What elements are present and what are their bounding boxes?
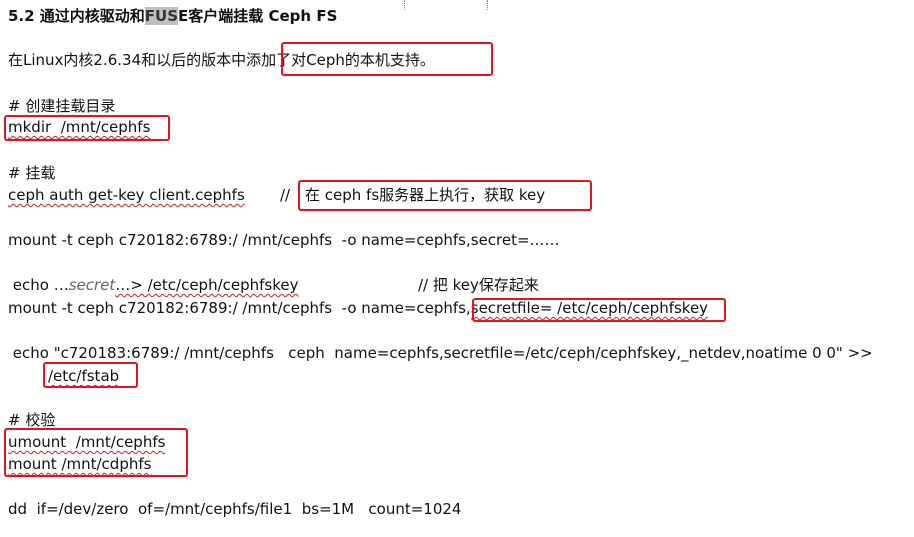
intro-text-post: 。: [419, 51, 435, 69]
mkdir-command: mkdir /mnt/cephfs: [8, 118, 151, 136]
mount-verify-command: mount /mnt/cdphfs: [8, 455, 152, 473]
get-key-line: ceph auth get-key client.cephfs: [8, 185, 245, 205]
intro-text-pre: 在Linux内核2.6.34和以后的版本中: [8, 51, 247, 69]
intro-paragraph: 在Linux内核2.6.34和以后的版本中添加了对Ceph的本机支持。: [8, 50, 435, 70]
dd-command: dd if=/dev/zero of=/mnt/cephfs/file1 bs=…: [8, 500, 462, 518]
mount-comment: # 挂载: [8, 164, 56, 182]
fstab-echo-line: echo "c720183:6789:/ /mnt/cephfs ceph na…: [8, 344, 873, 362]
mount-secretfile-pre: mount -t ceph c720182:6789:/ /mnt/cephfs…: [8, 299, 471, 317]
verify-comment: # 校验: [8, 411, 56, 429]
umount-command: umount /mnt/cephfs: [8, 433, 166, 451]
intro-text-boxed: 添加了对Ceph的本机支持: [246, 51, 420, 69]
heading-text-pre: 5.2 通过内核驱动和: [8, 7, 145, 25]
echo-text-pre: echo …: [8, 276, 69, 294]
get-key-separator: //: [280, 186, 291, 204]
heading-text-post: E客户端挂载 Ceph FS: [178, 7, 338, 25]
page-corner-mark-left: [404, 0, 407, 10]
section-heading: 5.2 通过内核驱动和FUSE客户端挂载 Ceph FS: [8, 6, 337, 26]
page-corner-mark-right: [487, 0, 490, 10]
mount-secretfile-line: mount -t ceph c720182:6789:/ /mnt/cephfs…: [8, 298, 708, 318]
get-key-command: ceph auth get-key client.cephfs: [8, 186, 245, 204]
mount-secretfile-boxed: secretfile= /etc/ceph/cephfskey: [470, 299, 709, 317]
heading-highlight: FUS: [144, 7, 179, 25]
echo-key-line: echo …secret…> /etc/ceph/cephfskey: [8, 275, 299, 295]
echo-secret-placeholder: secret: [68, 276, 116, 294]
mount-secret-command: mount -t ceph c720182:6789:/ /mnt/cephfs…: [8, 231, 560, 249]
echo-text-post: …> /etc/ceph/cephfskey: [115, 276, 299, 294]
echo-key-note: // 把 key保存起来: [418, 276, 539, 294]
mkdir-comment: # 创建挂载目录: [8, 97, 116, 115]
get-key-note: 在 ceph fs服务器上执行，获取 key: [305, 186, 546, 204]
fstab-target: /etc/fstab: [48, 367, 120, 385]
